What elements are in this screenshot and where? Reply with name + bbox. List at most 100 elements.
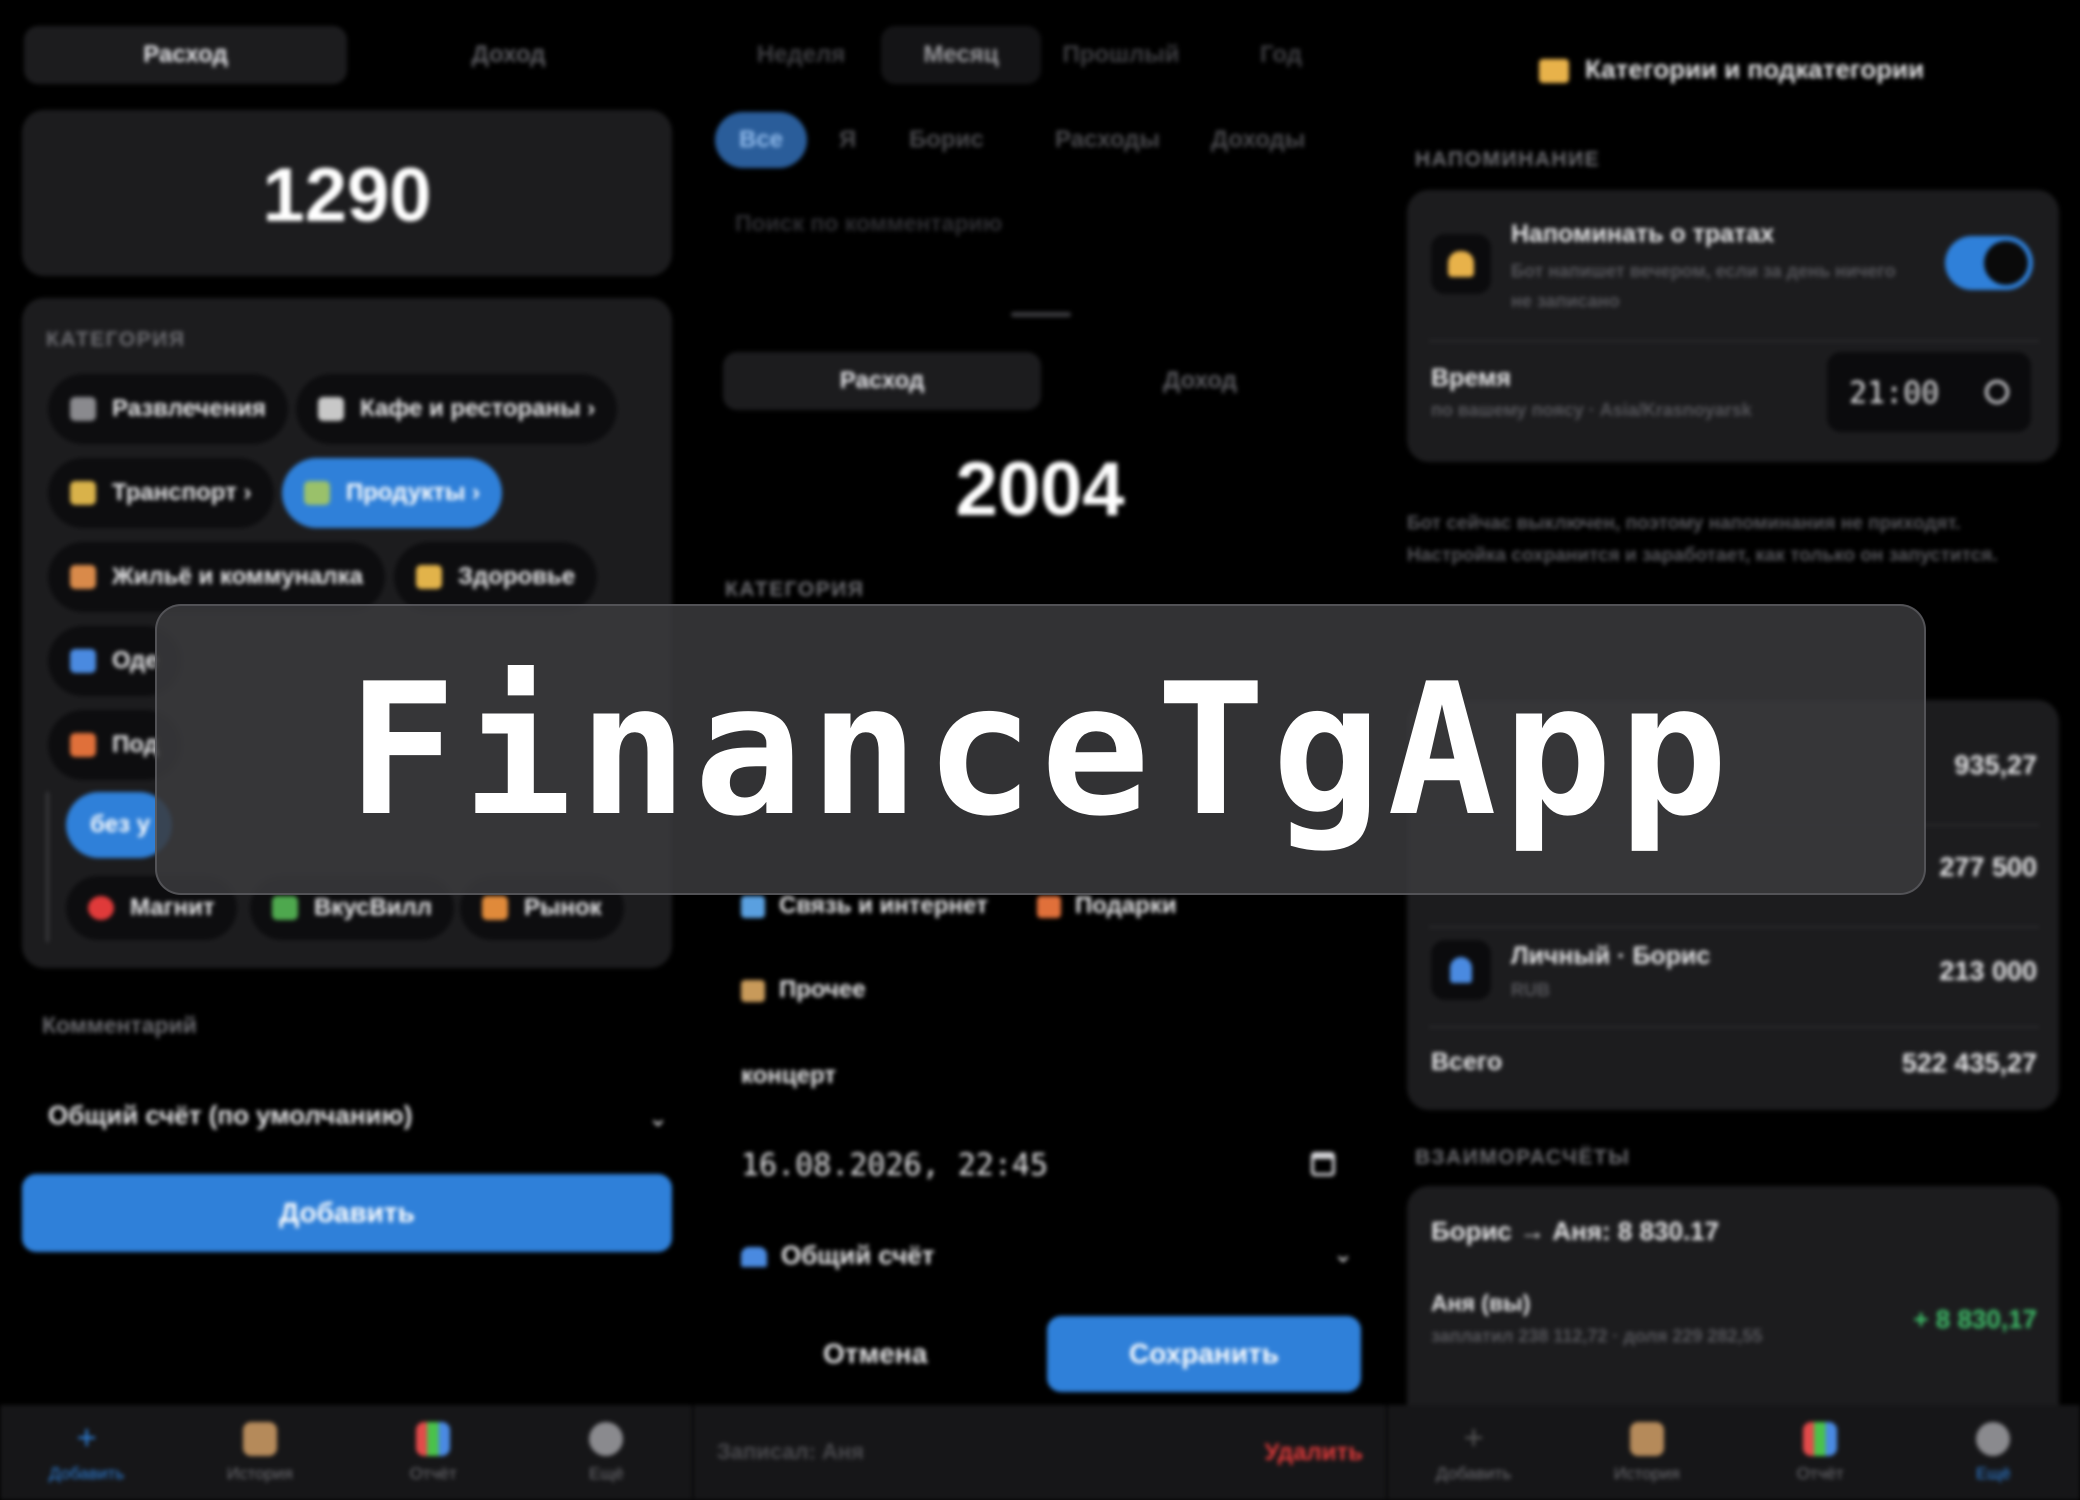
person-icon [1431, 940, 1491, 1000]
chip-telecom[interactable]: Связь и интернет [741, 892, 988, 920]
tab-label: Добавить [49, 1463, 125, 1483]
tab-label: История [226, 1463, 293, 1483]
tab-add[interactable]: + Добавить [0, 1405, 173, 1500]
tab-add[interactable]: + Добавить [1387, 1405, 1560, 1500]
pill-icon [416, 565, 442, 589]
filter-expenses[interactable]: Расходы [1033, 112, 1182, 168]
save-button[interactable]: Сохранить [1047, 1316, 1361, 1392]
gear-icon [1976, 1421, 2011, 1456]
title-banner: FinanceTgApp [155, 604, 1926, 895]
filter-me[interactable]: Я [817, 112, 878, 168]
screenshot-collage: Расход Доход 1290 КАТЕГОРИЯ Развлечения … [0, 0, 2080, 1500]
tab-year[interactable]: Год [1201, 26, 1361, 84]
red-circle-icon [88, 896, 114, 920]
chip-entertainment[interactable]: Развлечения [48, 374, 288, 444]
plus-icon: + [76, 1419, 97, 1457]
tab-history[interactable]: История [173, 1405, 346, 1500]
chart-icon [416, 1421, 451, 1456]
datetime-input[interactable]: 16.08.2026, 22:45 [741, 1148, 1048, 1183]
reminder-card: Напоминать о тратах Бот напишет вечером,… [1407, 190, 2059, 462]
chevron-down-icon: ⌄ [648, 1105, 669, 1132]
filter-all[interactable]: Все [715, 112, 807, 168]
amount-value: 1290 [262, 153, 432, 238]
house-icon [70, 565, 96, 589]
settlement-person: Аня (вы) [1431, 1290, 1531, 1316]
tab-expense[interactable]: Расход [723, 352, 1041, 410]
cart-icon [304, 481, 330, 505]
time-input[interactable]: 21:00 [1827, 352, 2031, 432]
bottom-tab-bar: + Добавить История Отчёт Ещё [0, 1405, 693, 1500]
cancel-button[interactable]: Отмена [823, 1338, 927, 1370]
categories-link[interactable]: Категории и подкатегории [1539, 54, 1924, 85]
chip-cafes[interactable]: Кафе и рестораны › [296, 374, 618, 444]
delete-button[interactable]: Удалить [1264, 1439, 1363, 1467]
filter-boris[interactable]: Борис [887, 112, 1006, 168]
chip-label: Жильё и коммуналка [112, 563, 363, 590]
tab-week[interactable]: Неделя [721, 26, 881, 84]
calendar-icon[interactable] [1311, 1152, 1335, 1176]
period-switch: Неделя Месяц Прошлый Год [721, 26, 1361, 84]
chip-label: Магнит [130, 894, 215, 921]
account-select[interactable]: Общий счёт (по умолчанию) [48, 1100, 412, 1131]
chip-groceries[interactable]: Продукты › [282, 458, 503, 528]
carrot-icon [482, 896, 508, 920]
settlement-amount: + 8 830,17 [1913, 1304, 2037, 1334]
chart-icon [1803, 1421, 1838, 1456]
gear-icon [589, 1421, 624, 1456]
tab-more[interactable]: Ещё [520, 1405, 693, 1500]
tab-last[interactable]: Прошлый [1041, 26, 1201, 84]
comment-input[interactable]: Комментарий [42, 1012, 197, 1039]
tab-history[interactable]: История [1560, 1405, 1733, 1500]
account-balance: 277 500 [1939, 852, 2037, 882]
remind-title: Напоминать о тратах [1511, 220, 1775, 248]
tab-report[interactable]: Отчёт [347, 1405, 520, 1500]
box-icon [741, 979, 765, 1002]
chip-label: ВкусВилл [314, 894, 433, 921]
divider [1429, 1026, 2039, 1028]
filter-income[interactable]: Доходы [1189, 112, 1327, 168]
type-switch: Расход Доход [723, 352, 1359, 410]
amount-value[interactable]: 2004 [693, 446, 1387, 533]
chip-label: Транспорт › [112, 479, 252, 506]
account-name: Личный · Борис [1511, 942, 1711, 970]
tab-report[interactable]: Отчёт [1734, 1405, 1907, 1500]
amount-card[interactable]: 1290 [22, 110, 672, 276]
chip-other[interactable]: Прочее [741, 976, 866, 1004]
add-button[interactable]: Добавить [22, 1174, 672, 1252]
time-label: Время [1431, 364, 1511, 392]
divider [1429, 926, 2039, 928]
tab-more[interactable]: Ещё [1907, 1405, 2080, 1500]
comment-input[interactable]: концерт [741, 1062, 836, 1090]
chip-health[interactable]: Здоровье [394, 542, 598, 612]
chip-label: Прочее [779, 976, 866, 1003]
categories-link-label: Категории и подкатегории [1585, 54, 1925, 84]
account-select[interactable]: Общий счёт [741, 1240, 935, 1271]
chevron-down-icon: ⌄ [1333, 1241, 1354, 1268]
tab-label: Отчёт [1796, 1463, 1844, 1483]
tab-label: Отчёт [409, 1463, 457, 1483]
chip-gifts[interactable]: Подарки [1037, 892, 1177, 920]
shirt-icon [70, 649, 96, 673]
remind-subtitle: Бот напишет вечером, если за день ничего… [1511, 261, 1896, 311]
sheet-grabber[interactable] [1011, 312, 1071, 317]
chip-label: Рынок [524, 894, 602, 921]
tab-income[interactable]: Доход [347, 26, 670, 84]
clapper-icon [70, 397, 96, 421]
tab-income[interactable]: Доход [1041, 352, 1359, 410]
remind-toggle[interactable] [1945, 236, 2033, 290]
plus-icon: + [1463, 1419, 1484, 1457]
search-input[interactable]: Поиск по комментарию [735, 210, 1002, 237]
tab-label: История [1613, 1463, 1680, 1483]
signal-icon [741, 895, 765, 918]
chip-label: Кафе и рестораны › [360, 395, 596, 422]
gift-icon [70, 733, 96, 757]
chip-housing[interactable]: Жильё и коммуналка [48, 542, 385, 612]
account-balance: 213 000 [1939, 956, 2037, 986]
total-value: 522 435,27 [1901, 1048, 2037, 1078]
time-subtitle: по вашему поясу · Asia/Krasnoyarsk [1431, 400, 1752, 420]
chip-transport[interactable]: Транспорт › [48, 458, 274, 528]
tab-month[interactable]: Месяц [881, 26, 1041, 84]
tab-expense[interactable]: Расход [24, 26, 347, 84]
recorded-by: Записал: Аня [717, 1439, 864, 1464]
chip-label: Оде [112, 647, 159, 674]
